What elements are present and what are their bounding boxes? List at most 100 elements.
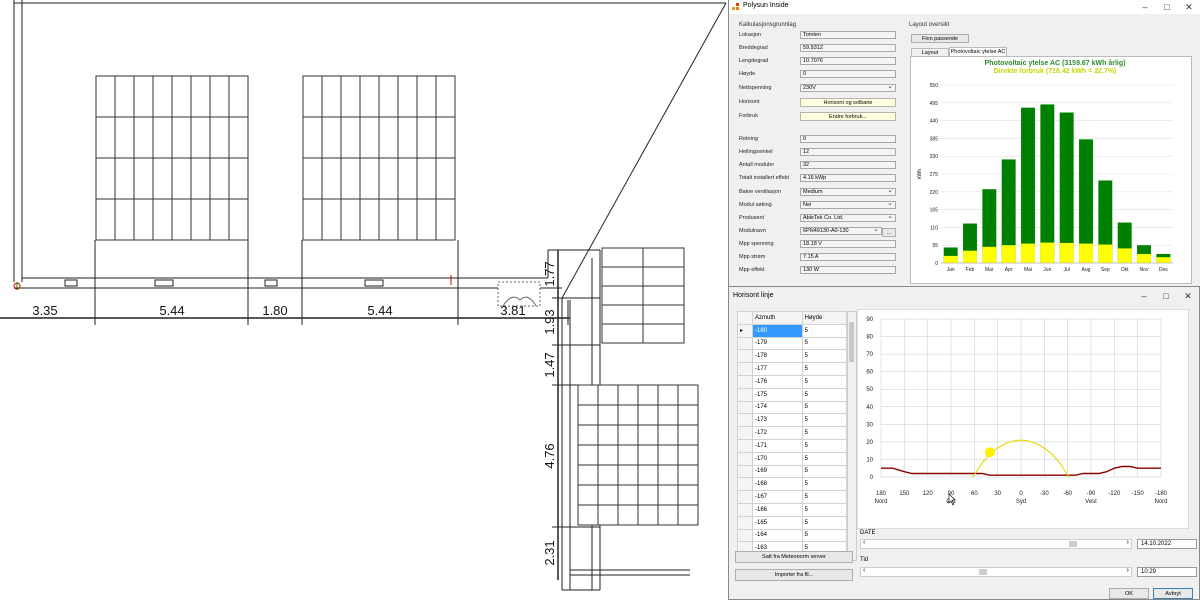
field-input[interactable]: Tomten [800, 31, 896, 39]
table-row[interactable]: -171 5 [737, 438, 848, 453]
row-header-cell[interactable] [737, 451, 753, 466]
date-slider[interactable]: ‹ › [860, 539, 1132, 549]
module-more-button[interactable]: ... [882, 228, 896, 237]
row-header-cell[interactable] [737, 464, 753, 479]
azimuth-cell[interactable]: -177 [752, 362, 803, 376]
table-row[interactable]: -173 5 [737, 413, 848, 428]
import-file-button[interactable]: Importer fra fil... [735, 569, 853, 581]
azimuth-cell[interactable]: -174 [752, 400, 803, 415]
ok-button[interactable]: OK [1109, 588, 1149, 599]
table-row[interactable]: -166 5 [737, 502, 848, 517]
col-azimuth-header[interactable]: Azmuth [752, 311, 803, 325]
field-input[interactable]: 0 [800, 135, 896, 143]
date-slider-thumb[interactable] [1069, 541, 1077, 547]
azimuth-cell[interactable]: -164 [752, 528, 803, 543]
field-input[interactable]: 130 W [800, 266, 896, 274]
field-button[interactable]: Horisont og solbane [800, 98, 896, 107]
row-header-cell[interactable] [737, 336, 753, 351]
height-cell[interactable]: 5 [801, 451, 848, 466]
row-header-cell[interactable] [737, 490, 753, 504]
row-header-cell[interactable] [737, 362, 753, 376]
field-select[interactable]: Nei [800, 201, 896, 209]
field-input[interactable]: 4.16 kWp [800, 174, 896, 182]
field-input[interactable]: 12 [800, 148, 896, 156]
height-cell[interactable]: 5 [801, 515, 848, 530]
table-row[interactable]: -179 5 [737, 336, 848, 351]
height-cell[interactable]: 5 [801, 336, 848, 351]
table-row[interactable]: -172 5 [737, 426, 848, 440]
row-header-cell[interactable] [737, 515, 753, 530]
horizon-table[interactable]: Azmuth Høyde ▸ -180 5 -179 5 -178 5 -177 5 -176 5-… [737, 311, 848, 556]
date-field[interactable]: 14.10.2022 [1137, 539, 1197, 549]
maximize-icon[interactable]: □ [1156, 0, 1178, 14]
table-scrollbar[interactable] [847, 311, 857, 561]
time-slider-thumb[interactable] [979, 569, 987, 575]
azimuth-cell[interactable]: -170 [752, 451, 803, 466]
table-row[interactable]: -165 5 [737, 515, 848, 530]
field-input[interactable]: 59.9312 [800, 44, 896, 52]
row-header-cell[interactable] [737, 477, 753, 492]
azimuth-cell[interactable]: -172 [752, 426, 803, 440]
height-cell[interactable]: 5 [801, 362, 848, 376]
height-cell[interactable]: 5 [801, 400, 848, 415]
table-row[interactable]: -175 5 [737, 387, 848, 402]
row-header-cell[interactable] [737, 374, 753, 389]
row-header-cell[interactable] [737, 426, 753, 440]
row-header-cell[interactable] [737, 413, 753, 428]
find-fitting-button[interactable]: Finn passende [911, 34, 969, 43]
azimuth-cell[interactable]: -178 [752, 349, 803, 364]
azimuth-cell[interactable]: -179 [752, 336, 803, 351]
table-row[interactable]: -164 5 [737, 528, 848, 543]
maximize-icon[interactable]: □ [1155, 289, 1177, 303]
height-cell[interactable]: 5 [801, 426, 848, 440]
height-cell[interactable]: 5 [801, 477, 848, 492]
field-select[interactable]: 6PN49130-A0-130 [800, 227, 882, 235]
row-header-cell[interactable] [737, 438, 753, 453]
row-header-cell[interactable] [737, 387, 753, 402]
height-cell[interactable]: 5 [801, 349, 848, 364]
meteonorm-button[interactable]: Satt fra Meteonorm server [735, 551, 853, 563]
field-input[interactable]: 18.18 V [800, 240, 896, 248]
row-header-cell[interactable] [737, 400, 753, 415]
height-cell[interactable]: 5 [801, 490, 848, 504]
close-icon[interactable]: ✕ [1177, 289, 1199, 303]
azimuth-cell[interactable]: -176 [752, 374, 803, 389]
height-cell[interactable]: 5 [801, 387, 848, 402]
table-row[interactable]: -167 5 [737, 490, 848, 504]
azimuth-cell[interactable]: -166 [752, 502, 803, 517]
table-row[interactable]: ▸ -180 5 [737, 323, 848, 338]
table-row[interactable]: -169 5 [737, 464, 848, 479]
field-input[interactable]: 7.15 A [800, 253, 896, 261]
table-row[interactable]: -174 5 [737, 400, 848, 415]
minimize-icon[interactable]: – [1134, 0, 1156, 14]
azimuth-cell[interactable]: -171 [752, 438, 803, 453]
height-cell[interactable]: 5 [801, 502, 848, 517]
azimuth-cell[interactable]: -175 [752, 387, 803, 402]
height-cell[interactable]: 5 [801, 438, 848, 453]
height-cell[interactable]: 5 [801, 323, 848, 338]
azimuth-cell[interactable]: -165 [752, 515, 803, 530]
col-height-header[interactable]: Høyde [801, 311, 848, 325]
azimuth-cell[interactable]: -173 [752, 413, 803, 428]
height-cell[interactable]: 5 [801, 464, 848, 479]
height-cell[interactable]: 5 [801, 413, 848, 428]
close-icon[interactable]: ✕ [1178, 0, 1200, 14]
field-input[interactable]: 0 [800, 70, 896, 78]
row-header-cell[interactable] [737, 349, 753, 364]
table-row[interactable]: -170 5 [737, 451, 848, 466]
field-input[interactable]: 32 [800, 161, 896, 169]
field-select[interactable]: Medium [800, 188, 896, 196]
field-button[interactable]: Endre forbruk... [800, 112, 896, 121]
azimuth-cell[interactable]: -180 [752, 323, 803, 338]
table-row[interactable]: -177 5 [737, 362, 848, 376]
azimuth-cell[interactable]: -169 [752, 464, 803, 479]
field-input[interactable]: 10.7076 [800, 57, 896, 65]
field-select[interactable]: 230V [800, 84, 896, 92]
row-header-cell[interactable] [737, 528, 753, 543]
row-header-cell[interactable]: ▸ [737, 323, 753, 338]
height-cell[interactable]: 5 [801, 528, 848, 543]
field-select[interactable]: AbleTek Co. Ltd. [800, 214, 896, 222]
height-cell[interactable]: 5 [801, 374, 848, 389]
table-row[interactable]: -168 5 [737, 477, 848, 492]
time-slider[interactable]: ‹ › [860, 567, 1132, 577]
